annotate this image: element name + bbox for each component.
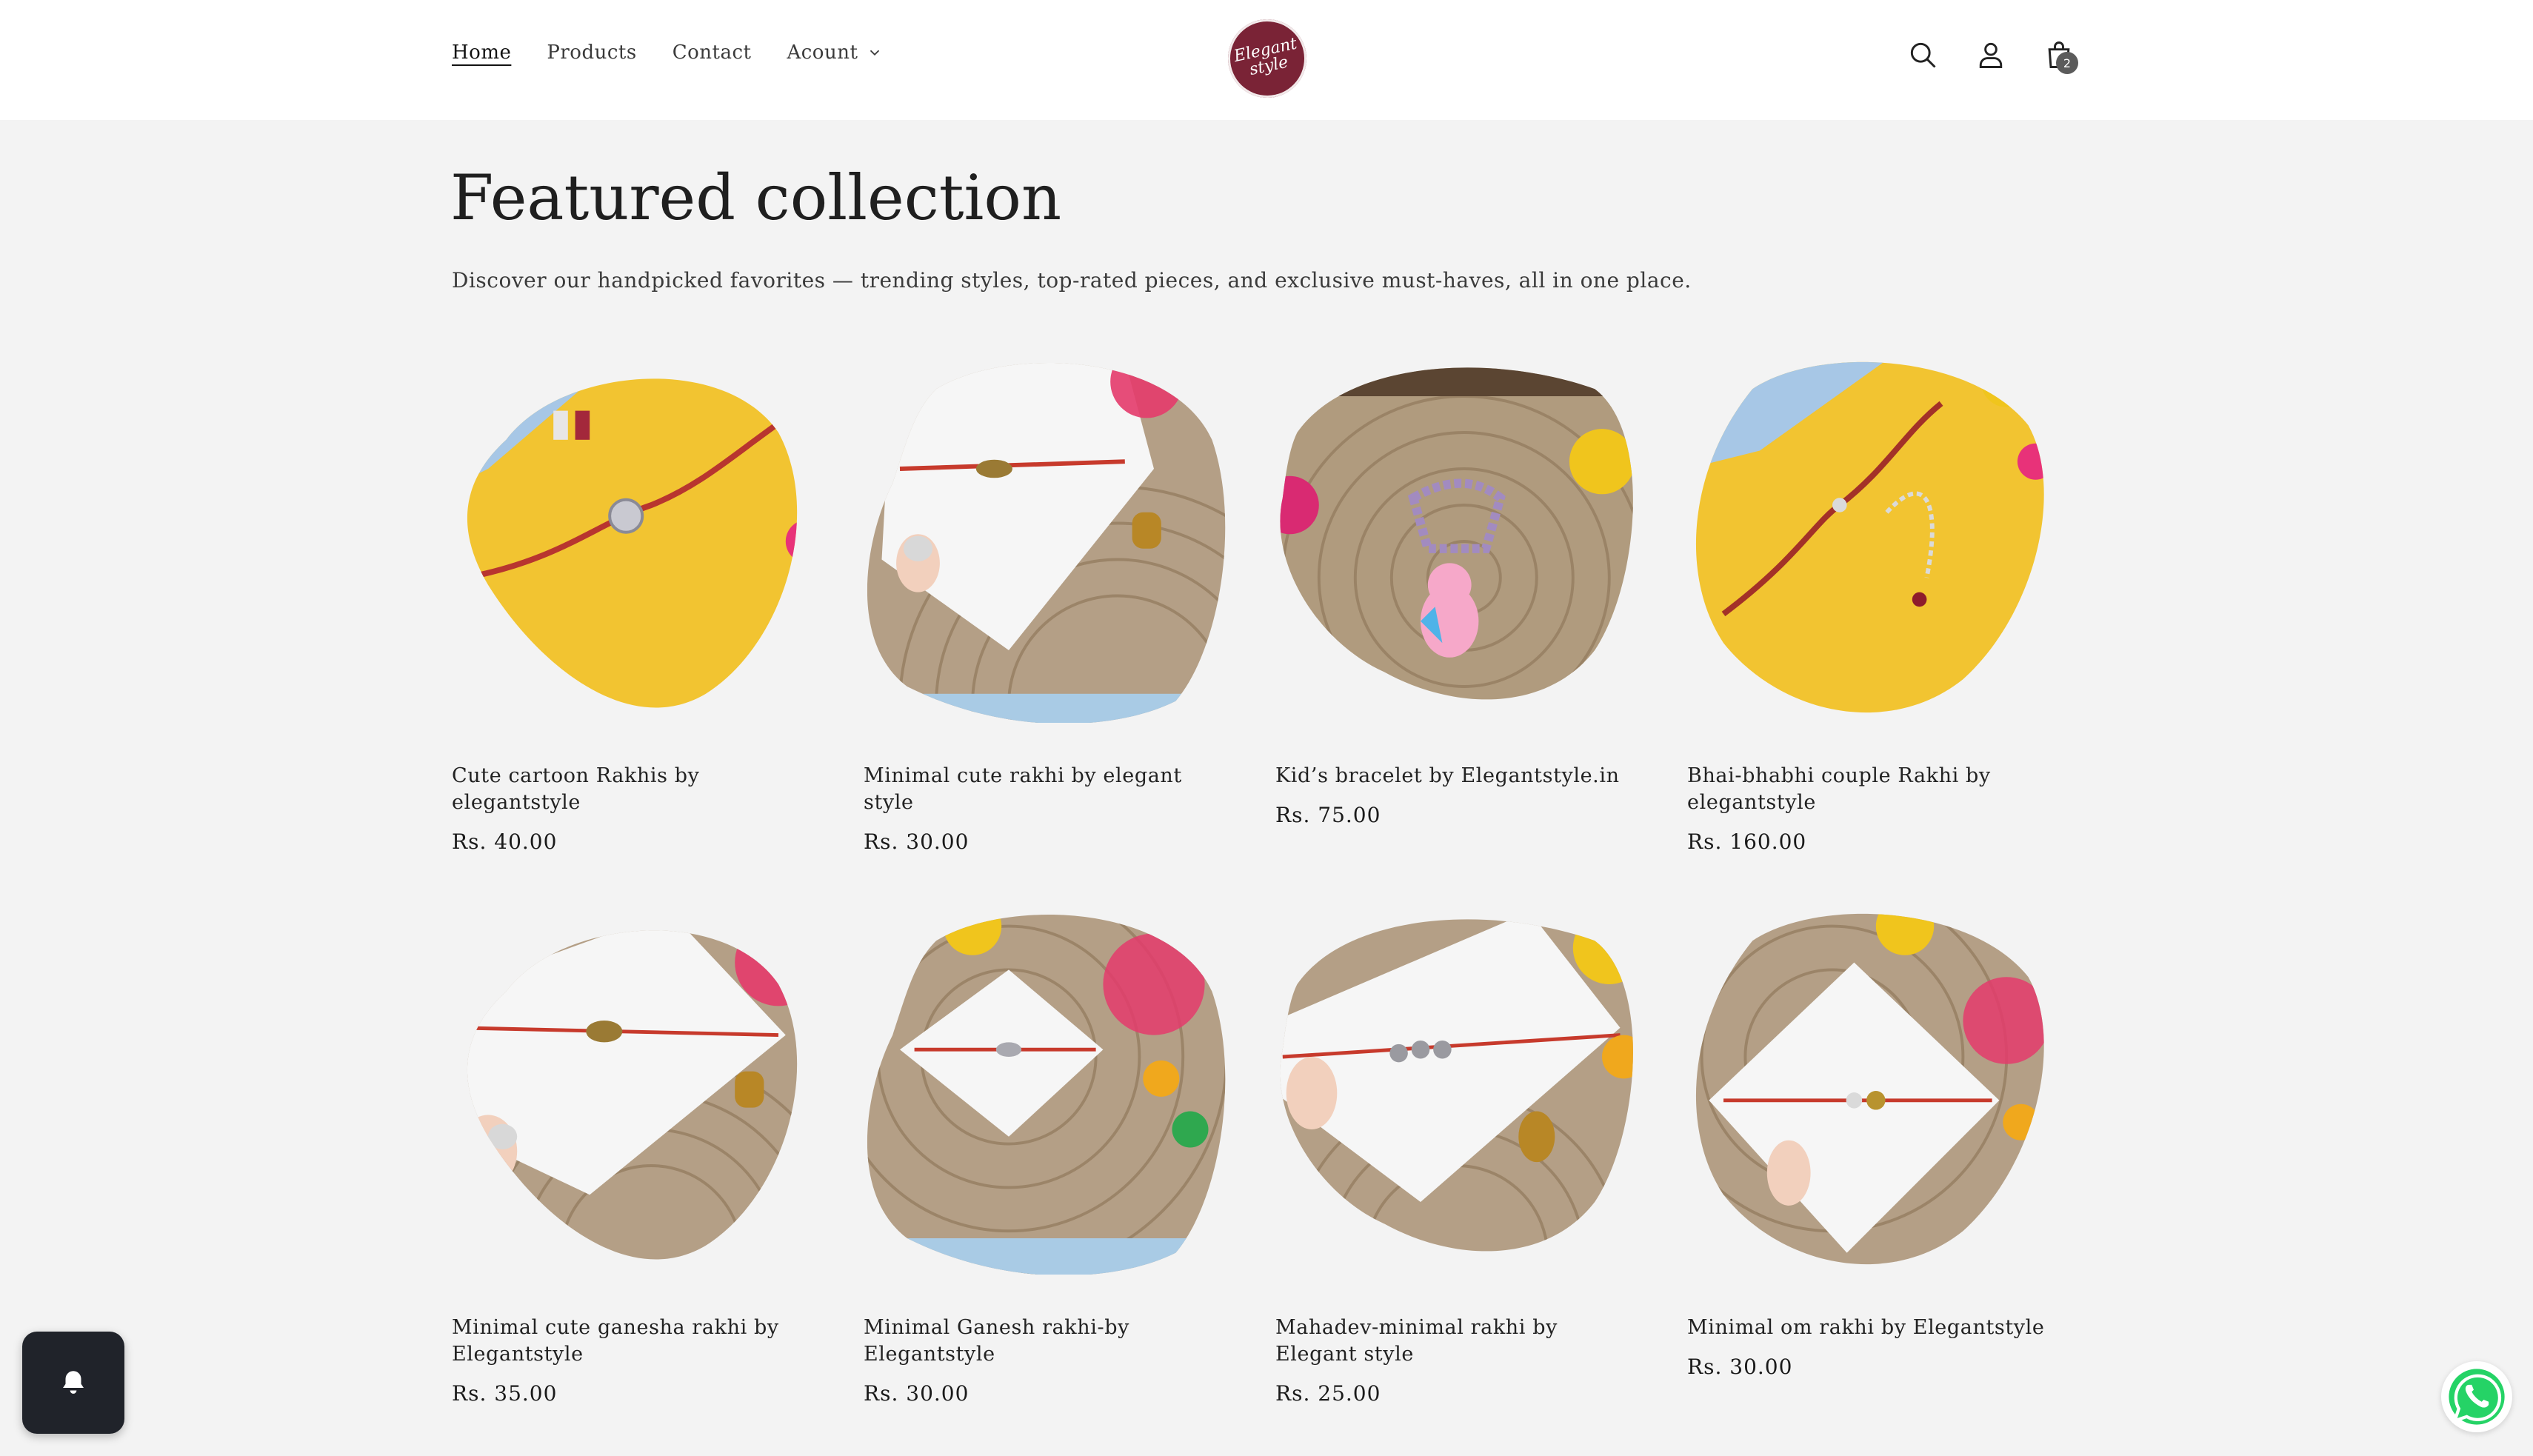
product-image[interactable] [864, 912, 1227, 1275]
nav-contact-link[interactable]: Contact [673, 41, 752, 64]
product-card[interactable]: Minimal om rakhi by Elegantstyle Rs. 30.… [1687, 912, 2058, 1406]
product-title[interactable]: Mahadev-minimal rakhi by Elegant style [1275, 1315, 1646, 1368]
nav-home-link[interactable]: Home [452, 41, 511, 64]
notification-button[interactable] [22, 1332, 124, 1434]
product-image[interactable] [1275, 912, 1638, 1275]
product-price: Rs. 35.00 [452, 1381, 558, 1406]
site-header: Home Products Contact Acount Elegant sty… [0, 0, 2533, 120]
product-price: Rs. 40.00 [452, 829, 558, 854]
product-image[interactable] [1687, 360, 2050, 723]
section-description: Discover our handpicked favorites — tren… [452, 268, 1692, 293]
product-image[interactable] [452, 912, 815, 1275]
whatsapp-icon [2449, 1369, 2505, 1425]
product-image[interactable] [452, 360, 815, 723]
account-button[interactable] [1972, 36, 2010, 74]
product-card[interactable]: Minimal cute rakhi by elegant style Rs. … [864, 360, 1234, 854]
bell-icon [63, 1371, 84, 1394]
product-image[interactable] [864, 360, 1227, 723]
product-price: Rs. 160.00 [1687, 829, 1807, 854]
product-card[interactable]: Mahadev-minimal rakhi by Elegant style R… [1275, 912, 1646, 1406]
product-image[interactable] [1275, 360, 1638, 723]
header-icons: 2 [1903, 36, 2078, 74]
product-card[interactable]: Cute cartoon Rakhis by elegantstyle Rs. … [452, 360, 822, 854]
product-title[interactable]: Minimal cute ganesha rakhi by Elegantsty… [452, 1315, 822, 1368]
product-price: Rs. 25.00 [1275, 1381, 1381, 1406]
chevron-down-icon [870, 50, 880, 56]
product-price: Rs. 30.00 [864, 1381, 970, 1406]
search-button[interactable] [1903, 36, 1942, 74]
product-image[interactable] [1687, 912, 2050, 1275]
product-title[interactable]: Minimal om rakhi by Elegantstyle [1687, 1315, 2058, 1341]
whatsapp-chat-button[interactable] [2441, 1361, 2512, 1432]
nav-account-dropdown[interactable]: Acount [787, 41, 883, 64]
cart-count-badge: 2 [2056, 52, 2078, 74]
product-card[interactable]: Bhai-bhabhi couple Rakhi by elegantstyle… [1687, 360, 2058, 854]
product-title[interactable]: Kid’s bracelet by Elegantstyle.in [1275, 763, 1646, 789]
product-price: Rs. 75.00 [1275, 803, 1381, 827]
product-title[interactable]: Minimal cute rakhi by elegant style [864, 763, 1234, 816]
main-nav: Home Products Contact Acount [452, 41, 883, 64]
product-card[interactable]: Kid’s bracelet by Elegantstyle.in Rs. 75… [1275, 360, 1646, 854]
cart-button[interactable]: 2 [2040, 36, 2078, 74]
product-card[interactable]: Minimal Ganesh rakhi-by Elegantstyle Rs.… [864, 912, 1234, 1406]
section-title: Featured collection [450, 161, 1062, 234]
brand-logo[interactable]: Elegant style [1221, 12, 1314, 105]
product-grid: Cute cartoon Rakhis by elegantstyle Rs. … [452, 360, 2081, 1406]
product-title[interactable]: Bhai-bhabhi couple Rakhi by elegantstyle [1687, 763, 2058, 816]
product-card[interactable]: Minimal cute ganesha rakhi by Elegantsty… [452, 912, 822, 1406]
nav-account-label: Acount [787, 41, 858, 64]
product-title[interactable]: Cute cartoon Rakhis by elegantstyle [452, 763, 822, 816]
user-icon [1979, 42, 2003, 68]
product-price: Rs. 30.00 [864, 829, 970, 854]
product-title[interactable]: Minimal Ganesh rakhi-by Elegantstyle [864, 1315, 1234, 1368]
search-icon [1910, 42, 1936, 68]
nav-products-link[interactable]: Products [547, 41, 636, 64]
product-price: Rs. 30.00 [1687, 1355, 1793, 1379]
